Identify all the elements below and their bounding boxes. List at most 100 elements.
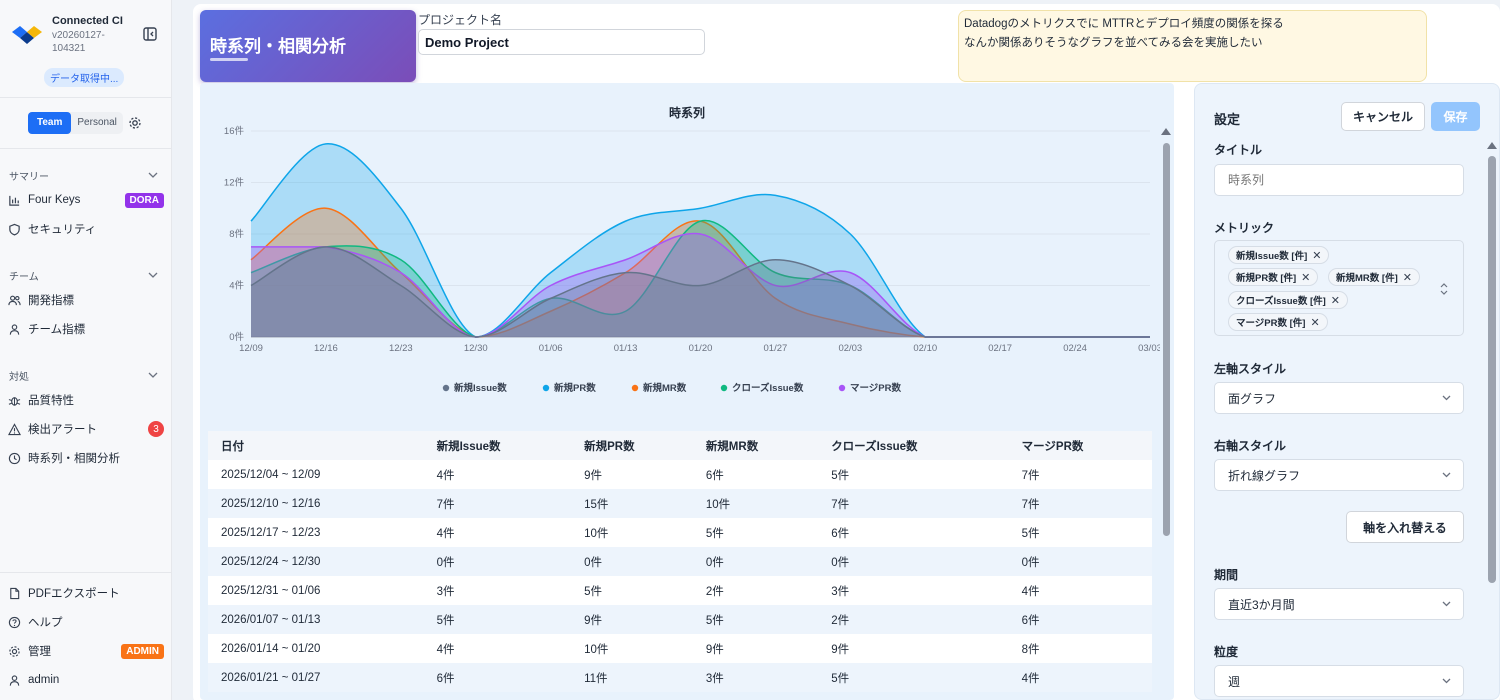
sidebar-item-quality[interactable]: 品質特性 — [8, 390, 164, 410]
table-header[interactable]: 新規PR数 — [571, 431, 693, 460]
scroll-up-icon[interactable] — [1161, 128, 1171, 135]
x-tick-label: 12/23 — [389, 343, 413, 354]
close-icon[interactable]: ✕ — [1310, 316, 1319, 329]
sidebar-item-user[interactable]: admin — [8, 670, 164, 690]
sidebar-item-label: admin — [28, 674, 60, 686]
close-icon[interactable]: ✕ — [1301, 271, 1310, 284]
close-icon[interactable]: ✕ — [1312, 249, 1321, 262]
select-value: 直近3か月間 — [1228, 597, 1295, 612]
legend-marker — [542, 384, 550, 392]
close-icon[interactable]: ✕ — [1403, 271, 1412, 284]
table-row: 2026/01/14 ~ 01/20 4件 10件 9件 9件 8件 — [208, 634, 1152, 663]
page-title-card: 時系列・相関分析 — [200, 10, 416, 82]
sidebar-item-label: ヘルプ — [28, 617, 63, 629]
logo-icon — [12, 26, 42, 44]
table-cell: 2025/12/24 ~ 12/30 — [208, 547, 424, 576]
x-tick-label: 02/03 — [838, 343, 862, 354]
table-cell: 2025/12/17 ~ 12/23 — [208, 518, 424, 547]
legend-label: 新規MR数 — [643, 382, 687, 394]
sidebar-item-label: 品質特性 — [28, 395, 74, 407]
sidebar-item-help[interactable]: ヘルプ — [8, 612, 164, 632]
table-header[interactable]: 新規MR数 — [692, 431, 819, 460]
scope-personal-button[interactable]: Personal — [71, 112, 122, 134]
table-row: 2025/12/17 ~ 12/23 4件 10件 5件 6件 5件 — [208, 518, 1152, 547]
sidebar-item-security[interactable]: セキュリティ — [8, 219, 164, 239]
swap-axes-button[interactable]: 軸を入れ替える — [1346, 511, 1464, 543]
content-scrollbar[interactable] — [1160, 127, 1172, 697]
scroll-up-icon[interactable] — [1487, 142, 1497, 149]
table-header[interactable]: 新規Issue数 — [423, 431, 572, 460]
table-cell: 3件 — [423, 576, 572, 605]
legend-label: マージPR数 — [850, 382, 902, 394]
table-cell: 2025/12/04 ~ 12/09 — [208, 460, 424, 489]
metric-chip[interactable]: 新規PR数 [件] ✕ — [1228, 268, 1319, 286]
chevron-down-icon[interactable] — [148, 270, 158, 280]
sidebar-item-alerts[interactable]: 検出アラート 3 — [8, 419, 164, 439]
sidebar-collapse-icon[interactable] — [142, 26, 158, 42]
chevron-down-icon — [1442, 601, 1451, 607]
title-underline — [210, 58, 248, 61]
project-name-input[interactable] — [418, 29, 705, 55]
cancel-button[interactable]: キャンセル — [1341, 102, 1425, 131]
table-header[interactable]: 日付 — [208, 431, 424, 460]
table-header[interactable]: マージPR数 — [1008, 431, 1152, 460]
section-summary[interactable]: サマリー — [9, 168, 49, 183]
alert-count-badge: 3 — [148, 421, 164, 437]
sidebar-item-admin[interactable]: 管理 ADMIN — [8, 641, 164, 661]
table-cell: 5件 — [423, 605, 572, 634]
gear-icon[interactable] — [128, 116, 142, 130]
sidebar-item-dev-metrics[interactable]: 開発指標 — [8, 290, 164, 310]
section-action[interactable]: 対処 — [9, 368, 29, 383]
table-cell: 2025/12/10 ~ 12/16 — [208, 489, 424, 518]
scope-team-button[interactable]: Team — [28, 112, 72, 134]
user-icon — [9, 323, 20, 335]
gear-icon — [9, 645, 20, 657]
table-cell: 6件 — [692, 460, 819, 489]
table-row: 2025/12/24 ~ 12/30 0件 0件 0件 0件 0件 — [208, 547, 1152, 576]
up-down-icon[interactable] — [1440, 282, 1448, 296]
sidebar-item-label: セキュリティ — [28, 224, 97, 236]
metric-chip[interactable]: マージPR数 [件] ✕ — [1228, 313, 1328, 331]
admin-badge: ADMIN — [121, 643, 164, 659]
table-cell: 4件 — [1008, 663, 1152, 692]
chip-label: クローズIssue数 [件] — [1236, 296, 1326, 307]
x-tick-label: 01/06 — [539, 343, 563, 354]
divider — [0, 97, 172, 98]
table-row: 2025/12/04 ~ 12/09 4件 9件 6件 5件 7件 — [208, 460, 1152, 489]
section-team[interactable]: チーム — [9, 268, 39, 283]
table-cell: 2025/12/31 ~ 01/06 — [208, 576, 424, 605]
sidebar-item-team-metrics[interactable]: チーム指標 — [8, 319, 164, 339]
settings-scrollbar[interactable] — [1486, 140, 1498, 700]
scroll-thumb[interactable] — [1163, 143, 1170, 536]
metric-chip[interactable]: 新規Issue数 [件] ✕ — [1228, 246, 1330, 264]
y-tick-label: 8件 — [229, 228, 244, 240]
table-cell: 9件 — [818, 634, 1009, 663]
right-axis-label: 右軸スタイル — [1214, 439, 1287, 453]
granularity-select[interactable]: 週 — [1214, 665, 1464, 697]
table-cell: 2026/01/07 ~ 01/13 — [208, 605, 424, 634]
sidebar-item-timeseries[interactable]: 時系列・相関分析 — [8, 448, 164, 468]
memo-box[interactable]: Datadogのメトリクスでに MTTRとデプロイ頻度の関係を探る なんか関係あ… — [958, 10, 1427, 82]
sidebar-item-pdf-export[interactable]: PDFエクスポート — [8, 583, 164, 603]
scroll-thumb[interactable] — [1488, 156, 1496, 583]
table-row: 2025/12/10 ~ 12/16 7件 15件 10件 7件 7件 — [208, 489, 1152, 518]
chevron-down-icon[interactable] — [148, 170, 158, 180]
chevron-down-icon[interactable] — [148, 370, 158, 380]
chip-label: 新規MR数 [件] — [1336, 273, 1398, 284]
y-tick-label: 0件 — [229, 331, 244, 343]
right-axis-select[interactable]: 折れ線グラフ — [1214, 459, 1464, 491]
table-cell: 7件 — [1008, 489, 1152, 518]
close-icon[interactable]: ✕ — [1331, 294, 1340, 307]
memo-line: なんか関係ありそうなグラフを並べてみる会を実施したい — [964, 37, 1263, 49]
title-input[interactable] — [1214, 164, 1464, 196]
legend-marker — [720, 384, 728, 392]
metric-chip[interactable]: クローズIssue数 [件] ✕ — [1228, 291, 1349, 309]
settings-title: 設定 — [1214, 112, 1241, 127]
metric-chip[interactable]: 新規MR数 [件] ✕ — [1328, 268, 1420, 286]
save-button[interactable]: 保存 — [1431, 102, 1480, 131]
period-select[interactable]: 直近3か月間 — [1214, 588, 1464, 620]
title-field-label: タイトル — [1214, 143, 1263, 157]
table-header[interactable]: クローズIssue数 — [818, 431, 1009, 460]
left-axis-select[interactable]: 面グラフ — [1214, 382, 1464, 414]
sidebar-item-four-keys[interactable]: Four Keys DORA — [8, 190, 164, 210]
